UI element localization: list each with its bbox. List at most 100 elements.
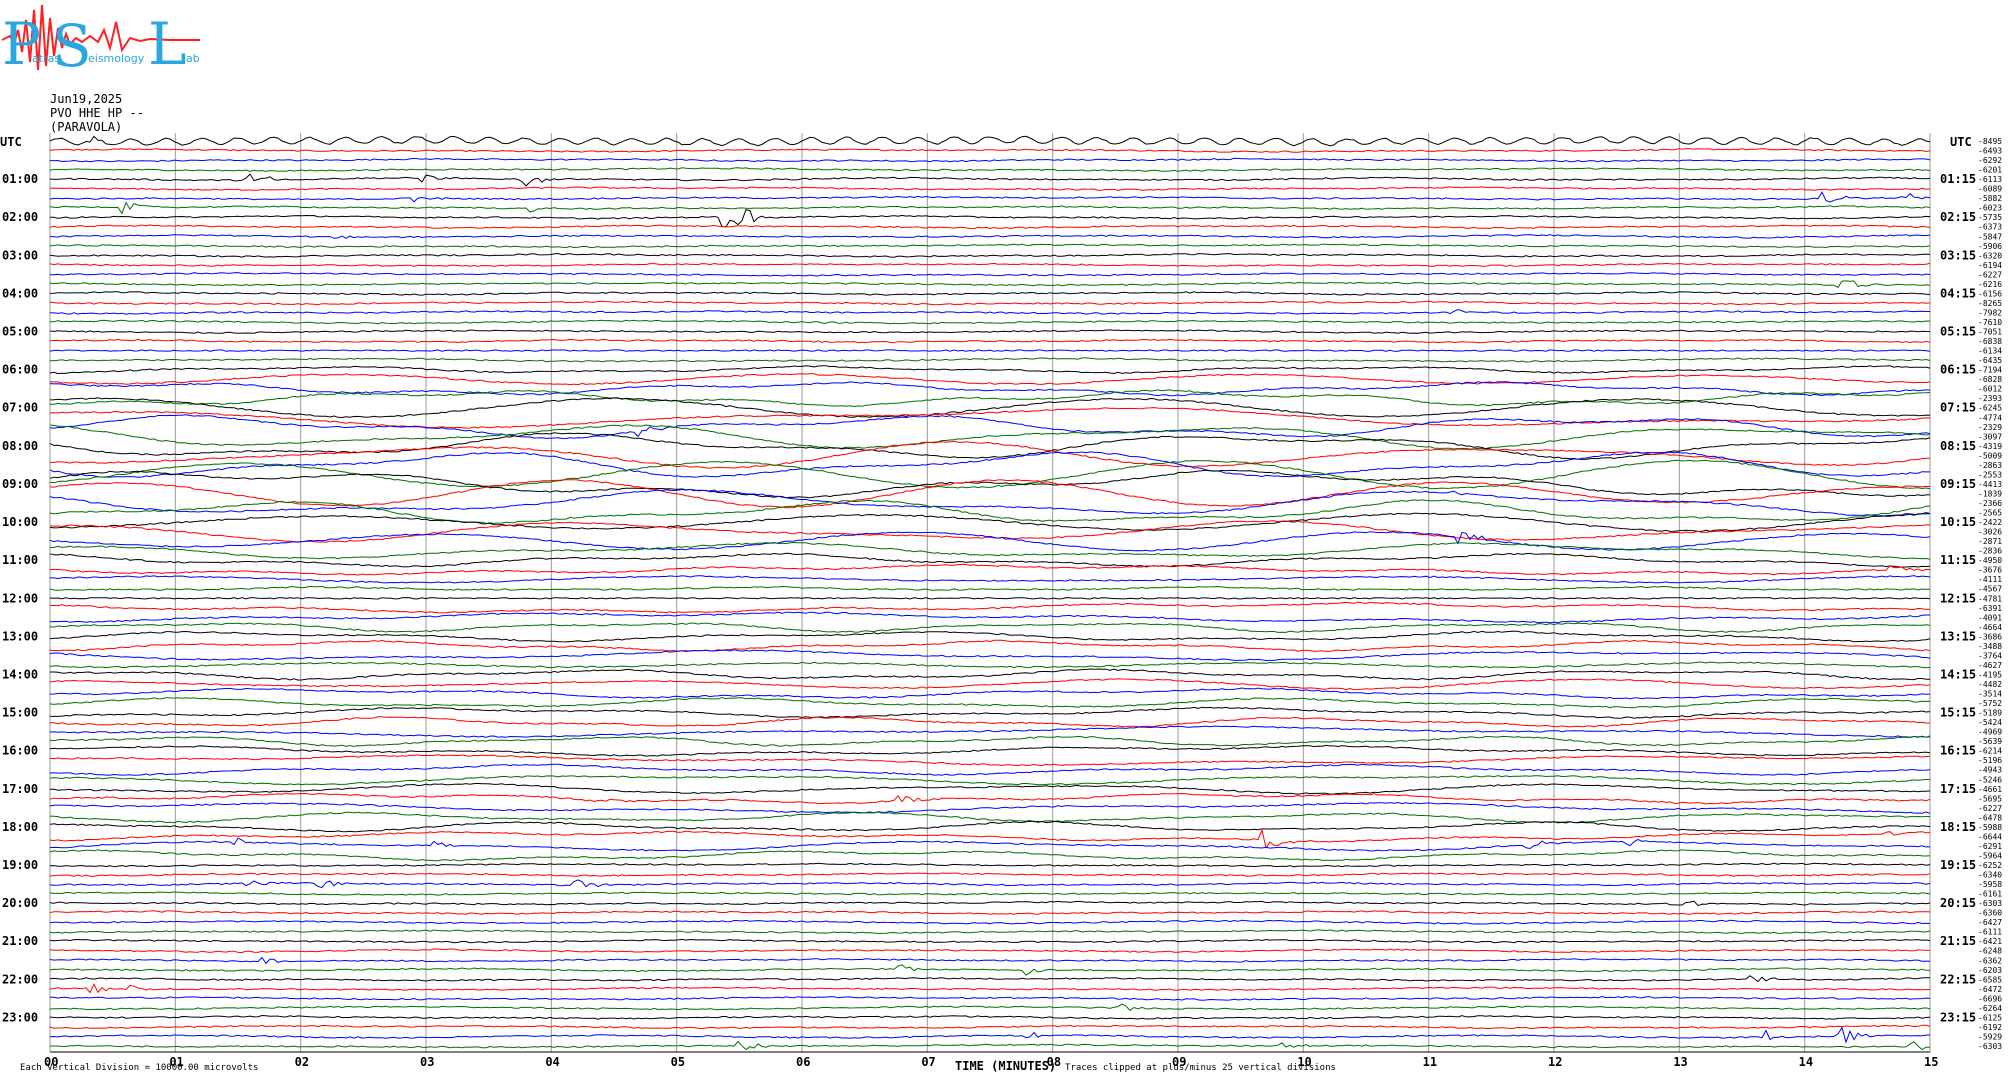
trace-offset-label: -5424: [1978, 718, 2002, 727]
helicorder-chart: UTC UTC 01:00 02:00 03:00 04:00 05:00 06:00 07…: [0, 133, 2002, 1073]
trace-offset-label: -4319: [1978, 442, 2002, 451]
trace-89: [49, 983, 1931, 994]
trace-offset-label: -6214: [1978, 747, 2002, 756]
trace-32: [49, 432, 1931, 460]
trace-15: [49, 280, 1931, 289]
left-hour-label: 21:00: [2, 934, 38, 948]
trace-59: [49, 697, 1930, 709]
trace-offset-label: -5752: [1978, 699, 2002, 708]
trace-51: [49, 622, 1931, 633]
trace-offset-label: -6012: [1978, 385, 2002, 394]
trace-offset-label: -2422: [1978, 518, 2002, 527]
trace-84: [49, 938, 1931, 944]
trace-offset-label: -6194: [1978, 261, 2002, 270]
left-hour-label: 03:00: [2, 248, 38, 262]
trace-83: [49, 929, 1931, 934]
trace-offset-label: -5964: [1978, 851, 2002, 860]
right-hour-label: 13:15: [1940, 629, 1976, 643]
trace-60: [50, 706, 1931, 719]
trace-9: [49, 224, 1931, 230]
trace-offset-label: -6201: [1978, 166, 2002, 175]
left-axis-title: UTC: [0, 135, 22, 149]
x-tick-label: 13: [1673, 1055, 1687, 1069]
trace-offset-label: -6292: [1978, 156, 2002, 165]
trace-46: [50, 575, 1931, 584]
trace-offset-label: -6264: [1978, 1004, 2002, 1013]
trace-44: [49, 552, 1931, 568]
x-tick-label: 05: [671, 1055, 685, 1069]
trace-14: [50, 272, 1931, 277]
trace-94: [49, 1026, 1931, 1044]
trace-65: [49, 754, 1931, 767]
trace-offset-label: -6216: [1978, 280, 2002, 289]
trace-61: [50, 716, 1931, 728]
trace-47: [49, 585, 1931, 591]
trace-offset-label: -6125: [1978, 1013, 2002, 1022]
right-hour-label: 22:15: [1940, 972, 1976, 986]
trace-92: [49, 1014, 1931, 1020]
x-tick-label: 04: [545, 1055, 559, 1069]
trace-offset-label: -6472: [1978, 985, 2002, 994]
footer-note-left: Each Vertical Division = 10000.00 microv…: [20, 1063, 258, 1073]
trace-77: [49, 872, 1931, 877]
trace-offset-label: -7610: [1978, 318, 2002, 327]
trace-offset-label: -4969: [1978, 728, 2002, 737]
trace-70: [49, 801, 1931, 814]
trace-offset-label: -6227: [1978, 804, 2002, 813]
right-hour-label: 15:15: [1940, 706, 1976, 720]
trace-offset-label: -8495: [1978, 137, 2002, 146]
trace-82: [49, 919, 1931, 925]
trace-87: [49, 964, 1931, 976]
trace-offset-label: -6023: [1978, 204, 2002, 213]
trace-0: [49, 135, 1931, 147]
trace-67: [49, 775, 1931, 786]
trace-69: [49, 792, 1931, 805]
trace-79: [49, 891, 1931, 896]
trace-7: [49, 201, 1931, 215]
trace-offset-label: -6644: [1978, 832, 2002, 841]
x-axis-title: TIME (MINUTES): [955, 1059, 1056, 1073]
trace-16: [49, 291, 1931, 296]
left-hour-label: 05:00: [2, 325, 38, 339]
trace-63: [49, 735, 1931, 747]
trace-78: [49, 879, 1931, 889]
trace-offset-label: -4664: [1978, 623, 2002, 632]
trace-13: [49, 262, 1931, 267]
trace-offset-label: -6245: [1978, 404, 2002, 413]
x-tick-label: 11: [1423, 1055, 1437, 1069]
left-hour-label: 19:00: [2, 858, 38, 872]
trace-6: [49, 191, 1931, 203]
trace-50: [49, 611, 1930, 624]
trace-offset-label: -6362: [1978, 956, 2002, 965]
right-hour-label: 14:15: [1940, 667, 1976, 681]
right-hour-label: 10:15: [1940, 515, 1976, 529]
trace-offset-label: -5735: [1978, 213, 2002, 222]
trace-offset-label: -7051: [1978, 328, 2002, 337]
trace-93: [49, 1024, 1931, 1030]
trace-offset-label: -6373: [1978, 223, 2002, 232]
trace-offset-label: -6427: [1978, 918, 2002, 927]
trace-offset-label: -2871: [1978, 537, 2002, 546]
trace-offset-label: -6435: [1978, 356, 2002, 365]
right-hour-label: 07:15: [1940, 401, 1976, 415]
trace-5: [49, 186, 1931, 192]
trace-offset-label: -6421: [1978, 937, 2002, 946]
left-hour-label: 14:00: [2, 667, 38, 681]
trace-offset-label: -3686: [1978, 632, 2002, 641]
trace-88: [49, 975, 1930, 983]
trace-23: [49, 357, 1931, 363]
trace-offset-label: -4627: [1978, 661, 2002, 670]
trace-81: [49, 910, 1931, 915]
trace-11: [49, 243, 1931, 249]
trace-62: [49, 725, 1931, 738]
trace-offset-label: -4774: [1978, 413, 2002, 422]
right-hour-label: 21:15: [1940, 934, 1976, 948]
trace-offset-label: -6248: [1978, 947, 2002, 956]
trace-offset-label: -2329: [1978, 423, 2002, 432]
trace-58: [49, 687, 1931, 700]
trace-offset-label: -6252: [1978, 861, 2002, 870]
trace-offset-label: -6203: [1978, 966, 2002, 975]
trace-offset-label: -3026: [1978, 528, 2002, 537]
trace-31: [49, 424, 1930, 450]
trace-49: [49, 601, 1931, 614]
